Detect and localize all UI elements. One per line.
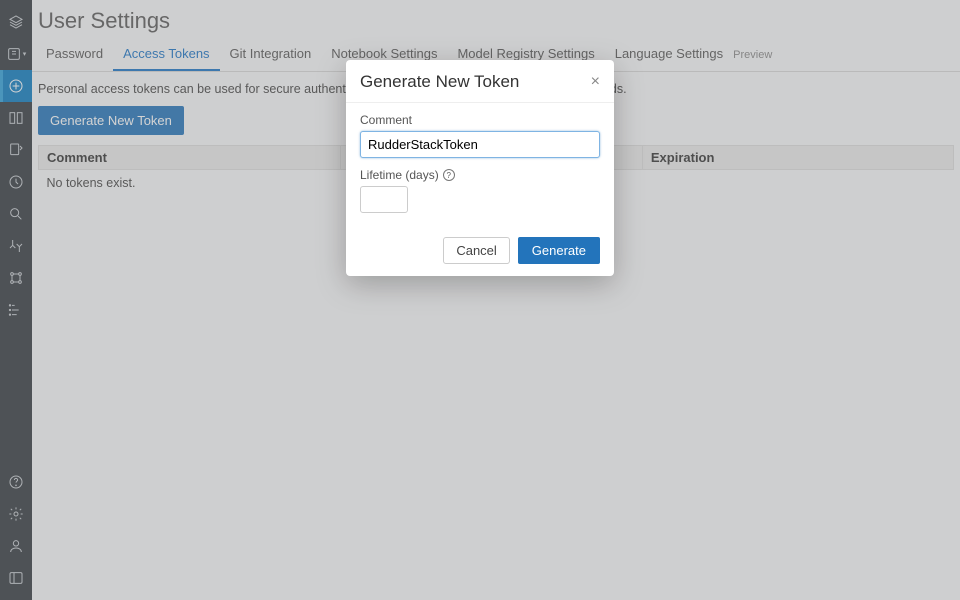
close-icon[interactable]: × <box>591 74 600 90</box>
generate-button[interactable]: Generate <box>518 237 600 264</box>
lifetime-input[interactable] <box>360 186 408 213</box>
cancel-button[interactable]: Cancel <box>443 237 509 264</box>
comment-input[interactable] <box>360 131 600 158</box>
modal-title: Generate New Token <box>360 72 519 92</box>
generate-token-modal: Generate New Token × Comment Lifetime (d… <box>346 60 614 276</box>
comment-label: Comment <box>360 113 600 127</box>
help-icon[interactable]: ? <box>443 169 455 181</box>
modal-overlay[interactable]: Generate New Token × Comment Lifetime (d… <box>0 0 960 600</box>
lifetime-label-text: Lifetime (days) <box>360 168 439 182</box>
lifetime-label: Lifetime (days) ? <box>360 168 600 182</box>
